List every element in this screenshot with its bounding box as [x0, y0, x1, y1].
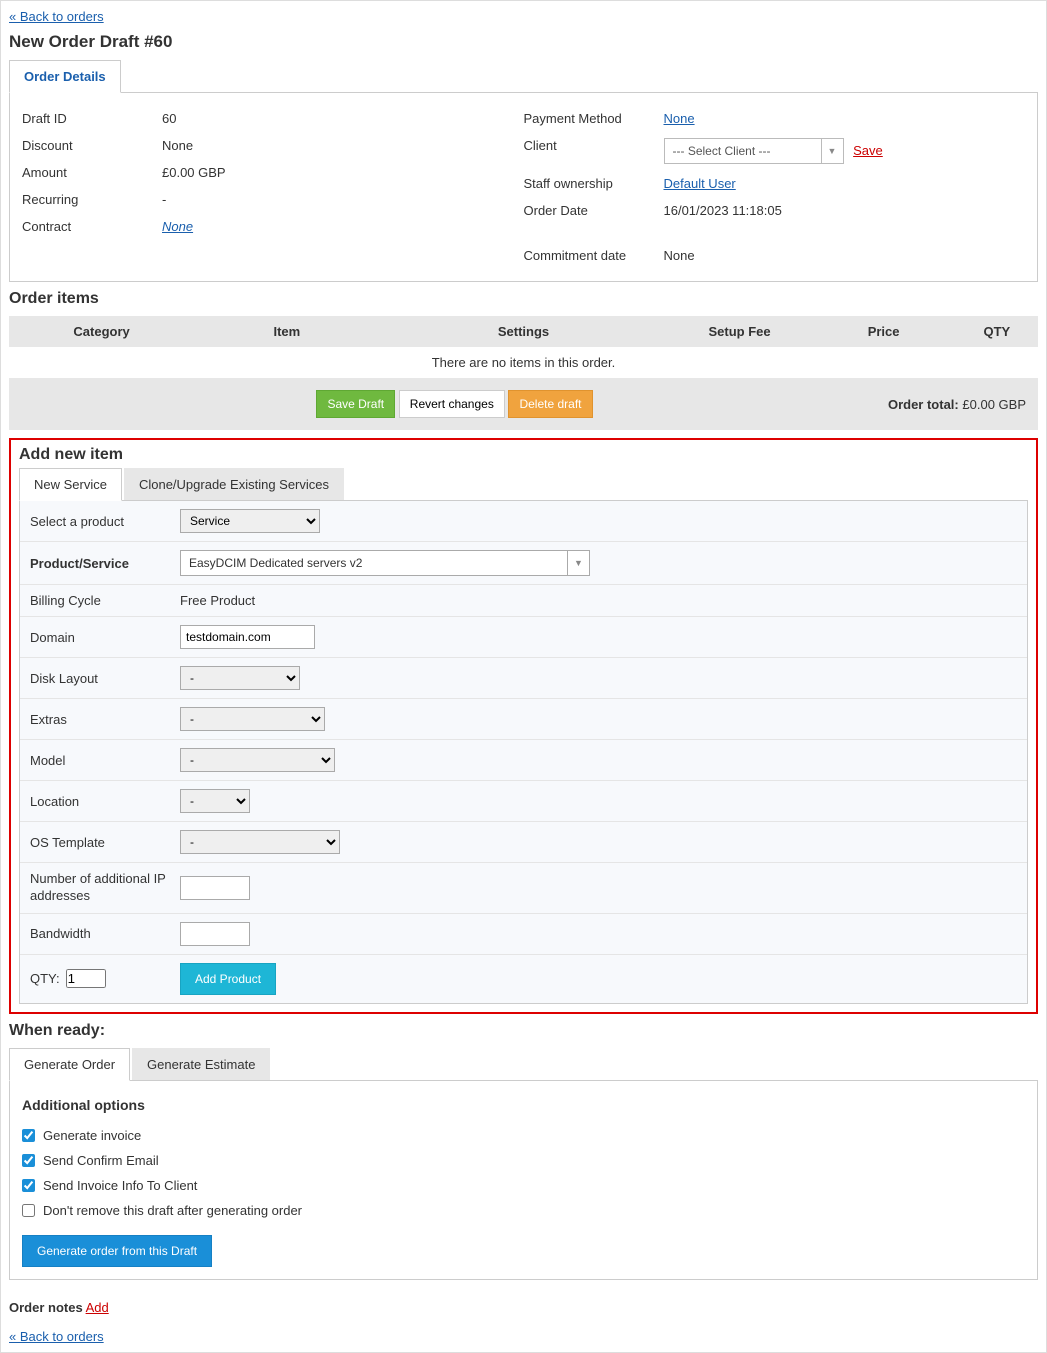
value-draft-id: 60 [162, 111, 524, 126]
staff-link[interactable]: Default User [664, 176, 736, 191]
col-qty: QTY [956, 316, 1038, 347]
label-model: Model [30, 753, 180, 768]
empty-items-msg: There are no items in this order. [9, 347, 1038, 378]
payment-method-link[interactable]: None [664, 111, 695, 126]
label-order-date: Order Date [524, 203, 664, 218]
col-setup-fee: Setup Fee [668, 316, 812, 347]
when-ready-heading: When ready: [9, 1022, 1038, 1040]
model-select[interactable]: - [180, 748, 335, 772]
extras-select[interactable]: - [180, 707, 325, 731]
chevron-down-icon: ▼ [567, 551, 589, 575]
os-template-select[interactable]: - [180, 830, 340, 854]
label-recurring: Recurring [22, 192, 162, 207]
generate-order-button[interactable]: Generate order from this Draft [22, 1235, 212, 1267]
label-staff: Staff ownership [524, 176, 664, 191]
chk-send-invoice-info[interactable] [22, 1179, 35, 1192]
label-draft-id: Draft ID [22, 111, 162, 126]
label-product-service: Product/Service [30, 556, 180, 571]
product-service-select[interactable]: EasyDCIM Dedicated servers v2 ▼ [180, 550, 590, 576]
revert-changes-button[interactable]: Revert changes [399, 390, 505, 418]
add-product-button[interactable]: Add Product [180, 963, 276, 995]
product-service-value: EasyDCIM Dedicated servers v2 [181, 556, 567, 570]
chk-dont-remove[interactable] [22, 1204, 35, 1217]
back-to-orders-link-bottom[interactable]: « Back to orders [9, 1329, 104, 1344]
label-contract: Contract [22, 219, 162, 234]
label-send-invoice-info: Send Invoice Info To Client [43, 1178, 197, 1193]
tab-generate-estimate[interactable]: Generate Estimate [132, 1048, 270, 1080]
tab-generate-order[interactable]: Generate Order [9, 1048, 130, 1081]
label-billing-cycle: Billing Cycle [30, 593, 180, 608]
page-title: New Order Draft #60 [9, 32, 1038, 52]
label-domain: Domain [30, 630, 180, 645]
order-notes-label: Order notes [9, 1300, 83, 1315]
tab-order-details[interactable]: Order Details [9, 60, 121, 93]
back-to-orders-link[interactable]: « Back to orders [9, 9, 104, 24]
label-discount: Discount [22, 138, 162, 153]
chk-send-confirm[interactable] [22, 1154, 35, 1167]
client-select-placeholder: --- Select Client --- [665, 144, 821, 158]
tab-clone-upgrade[interactable]: Clone/Upgrade Existing Services [124, 468, 344, 500]
col-price: Price [812, 316, 956, 347]
add-note-link[interactable]: Add [86, 1300, 109, 1315]
save-draft-button[interactable]: Save Draft [316, 390, 395, 418]
label-disk-layout: Disk Layout [30, 671, 180, 686]
tab-new-service[interactable]: New Service [19, 468, 122, 501]
value-order-date: 16/01/2023 11:18:05 [664, 203, 1026, 218]
col-category: Category [9, 316, 194, 347]
value-recurring: - [162, 192, 524, 207]
label-dont-remove: Don't remove this draft after generating… [43, 1203, 302, 1218]
order-total-label: Order total: [888, 397, 959, 412]
chevron-down-icon: ▼ [821, 139, 843, 163]
qty-input[interactable] [66, 969, 106, 988]
col-settings: Settings [379, 316, 667, 347]
additional-options-heading: Additional options [22, 1097, 1025, 1113]
label-client: Client [524, 138, 664, 164]
label-select-product: Select a product [30, 514, 180, 529]
label-generate-invoice: Generate invoice [43, 1128, 141, 1143]
value-billing-cycle: Free Product [180, 593, 255, 608]
label-os-template: OS Template [30, 835, 180, 850]
label-bandwidth: Bandwidth [30, 926, 180, 941]
additional-ip-input[interactable] [180, 876, 250, 900]
label-payment-method: Payment Method [524, 111, 664, 126]
label-send-confirm: Send Confirm Email [43, 1153, 159, 1168]
bandwidth-input[interactable] [180, 922, 250, 946]
value-commitment: None [664, 248, 1026, 263]
select-product[interactable]: Service [180, 509, 320, 533]
order-total-value: £0.00 GBP [962, 397, 1026, 412]
save-client-link[interactable]: Save [853, 143, 883, 158]
label-location: Location [30, 794, 180, 809]
col-item: Item [194, 316, 379, 347]
value-amount: £0.00 GBP [162, 165, 524, 180]
domain-input[interactable] [180, 625, 315, 649]
delete-draft-button[interactable]: Delete draft [508, 390, 592, 418]
contract-link[interactable]: None [162, 219, 193, 234]
location-select[interactable]: - [180, 789, 250, 813]
value-discount: None [162, 138, 524, 153]
label-extras: Extras [30, 712, 180, 727]
chk-generate-invoice[interactable] [22, 1129, 35, 1142]
client-select[interactable]: --- Select Client --- ▼ [664, 138, 844, 164]
disk-layout-select[interactable]: - [180, 666, 300, 690]
label-qty: QTY: [30, 971, 60, 986]
order-items-heading: Order items [9, 290, 1038, 308]
label-commitment: Commitment date [524, 248, 664, 263]
label-amount: Amount [22, 165, 162, 180]
add-item-heading: Add new item [19, 446, 1028, 464]
label-additional-ip: Number of additional IP addresses [30, 871, 180, 905]
